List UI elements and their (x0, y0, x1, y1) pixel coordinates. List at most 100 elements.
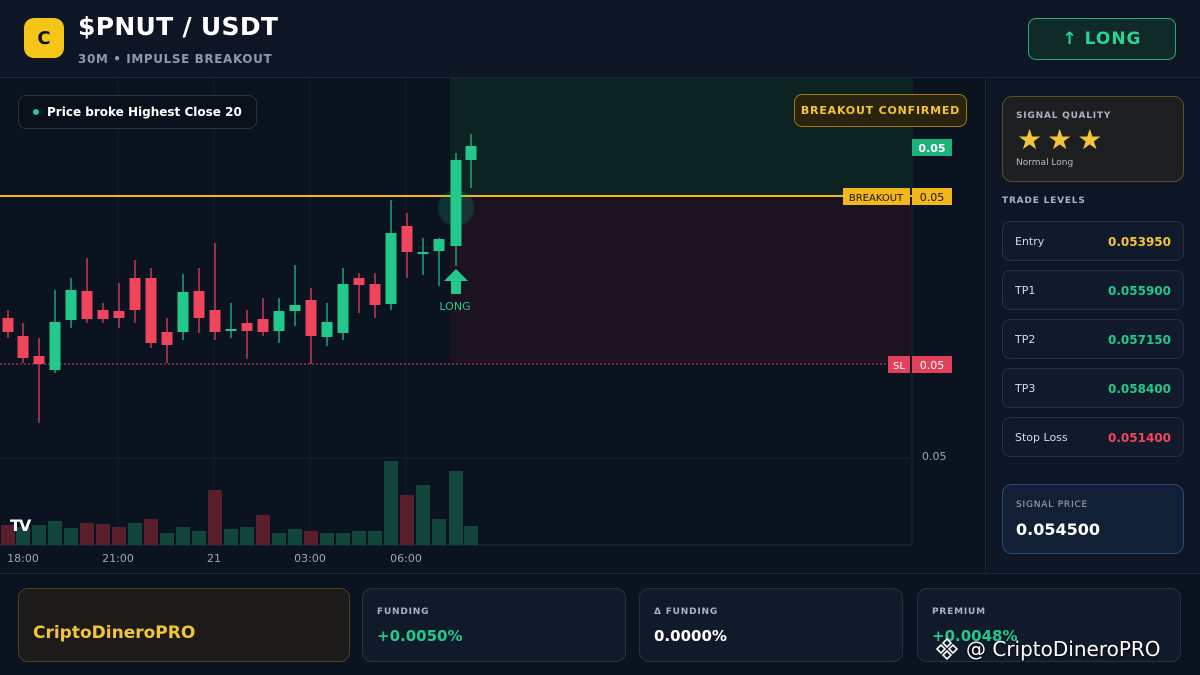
brand-name: CriptoDineroPRO (33, 623, 196, 643)
stop-loss-zone (450, 196, 912, 364)
volume-bar (336, 533, 350, 545)
candle-body (417, 252, 429, 254)
candlesticks (2, 134, 477, 423)
candle-body (321, 322, 333, 337)
breakout-confirmed-badge: BREAKOUT CONFIRMED (794, 94, 967, 127)
signal-price-label: SIGNAL PRICE (1016, 500, 1089, 510)
watermark-text: @ CriptoDineroPRO (966, 637, 1161, 661)
level-row-tp3[interactable]: TP3 0.058400 (1002, 368, 1184, 408)
volume-bar (384, 461, 398, 545)
long-button[interactable]: ↑ LONG (1028, 18, 1176, 60)
candle-body (385, 233, 397, 304)
volume-bar (272, 533, 286, 545)
candle-body (289, 305, 301, 311)
time-label: 21:00 (102, 552, 134, 565)
pair-title: $PNUT / USDT (78, 12, 279, 41)
volume-bar (64, 528, 78, 545)
price-axis-label: 0.05 (922, 450, 947, 463)
volume-bar (304, 531, 318, 545)
candle-body (337, 284, 349, 333)
level-name: Stop Loss (1015, 431, 1068, 444)
candle-body (17, 336, 29, 358)
price-chart[interactable]: LONG 0.05 BREAKOUT 0.05 SL 0.05 0.05 18:… (0, 78, 986, 573)
candle-body (433, 239, 445, 251)
volume-bar (320, 533, 334, 545)
candle-body (401, 226, 413, 252)
candle-body (209, 310, 221, 332)
volume-bar (32, 525, 46, 545)
delta-funding-card: Δ FUNDING 0.0000% (639, 588, 903, 662)
volume-bar (128, 523, 142, 545)
level-name: Entry (1015, 235, 1045, 248)
candle-body (177, 292, 189, 332)
volume-bar (368, 531, 382, 545)
volume-bar (80, 523, 94, 545)
candle-body (145, 278, 157, 343)
candle-body (33, 356, 45, 364)
level-row-tp2[interactable]: TP2 0.057150 (1002, 319, 1184, 359)
quality-stars: ★ ★ ★ (1017, 125, 1102, 155)
volume-bar (400, 495, 414, 545)
level-value: 0.053950 (1107, 235, 1171, 249)
volume-bar (176, 527, 190, 545)
level-row-entry[interactable]: Entry 0.053950 (1002, 221, 1184, 261)
level-row-stop-loss[interactable]: Stop Loss 0.051400 (1002, 417, 1184, 457)
volume-bar (112, 527, 126, 545)
candle-body (273, 311, 285, 331)
candle-body (241, 323, 253, 331)
tradingview-logo-icon[interactable]: TV (10, 516, 31, 535)
watermark: @ CriptoDineroPRO (934, 636, 1161, 662)
volume-bar (144, 519, 158, 545)
volume-bar (160, 533, 174, 545)
level-row-tp1[interactable]: TP1 0.055900 (1002, 270, 1184, 310)
app-root: C $PNUT / USDT 30M • IMPULSE BREAKOUT ↑ … (0, 0, 1200, 675)
binance-icon (935, 637, 959, 661)
header: C $PNUT / USDT 30M • IMPULSE BREAKOUT ↑ … (0, 0, 1200, 78)
volume-bar (449, 471, 463, 545)
level-name: TP2 (1015, 333, 1036, 346)
time-label: 21 (207, 552, 221, 565)
time-label: 03:00 (294, 552, 326, 565)
level-value: 0.057150 (1107, 333, 1171, 347)
volume-bar (256, 515, 270, 545)
chart-panel[interactable]: LONG 0.05 BREAKOUT 0.05 SL 0.05 0.05 18:… (0, 78, 986, 573)
candle-body (369, 284, 381, 305)
stat-value: +0.0050% (377, 627, 463, 645)
candle-body (305, 300, 317, 336)
level-name: TP1 (1015, 284, 1036, 297)
volume-bar (208, 490, 222, 545)
candle-body (2, 318, 14, 332)
stat-label: Δ FUNDING (654, 607, 719, 617)
volume-bar (240, 527, 254, 545)
pair-subtitle: 30M • IMPULSE BREAKOUT (78, 52, 273, 66)
signal-sidebar: SIGNAL QUALITY ★ ★ ★ Normal Long TRADE L… (987, 78, 1200, 573)
star-icon: ★ (1047, 123, 1073, 156)
candle-body (65, 290, 77, 320)
signal-price-card: SIGNAL PRICE 0.054500 (1002, 484, 1184, 554)
breakout-callout: Price broke Highest Close 20 (18, 95, 257, 129)
candle-body (97, 310, 109, 319)
level-name: TP3 (1015, 382, 1036, 395)
signal-price-value: 0.054500 (1016, 520, 1101, 539)
brand-card: CriptoDineroPRO (18, 588, 350, 662)
candle-body (129, 278, 141, 310)
star-icon: ★ (1017, 123, 1043, 156)
volume-bar (416, 485, 430, 545)
sl-price-text: 0.05 (920, 359, 945, 372)
candle-body (257, 319, 269, 332)
star-icon: ★ (1077, 123, 1103, 156)
candle-body (353, 278, 365, 285)
long-marker-label: LONG (439, 300, 470, 313)
volume-bar (96, 524, 110, 545)
stat-label: FUNDING (377, 607, 430, 617)
volume-bar (432, 519, 446, 545)
trade-levels-title: TRADE LEVELS (1002, 196, 1086, 206)
status-dot-icon (33, 109, 39, 115)
funding-card: FUNDING +0.0050% (362, 588, 626, 662)
candle-body (193, 291, 205, 318)
signal-quality-card: SIGNAL QUALITY ★ ★ ★ Normal Long (1002, 96, 1184, 182)
quality-note: Normal Long (1016, 158, 1074, 168)
volume-bar (464, 526, 478, 545)
stat-value: 0.0000% (654, 627, 727, 645)
signal-quality-label: SIGNAL QUALITY (1016, 111, 1112, 121)
